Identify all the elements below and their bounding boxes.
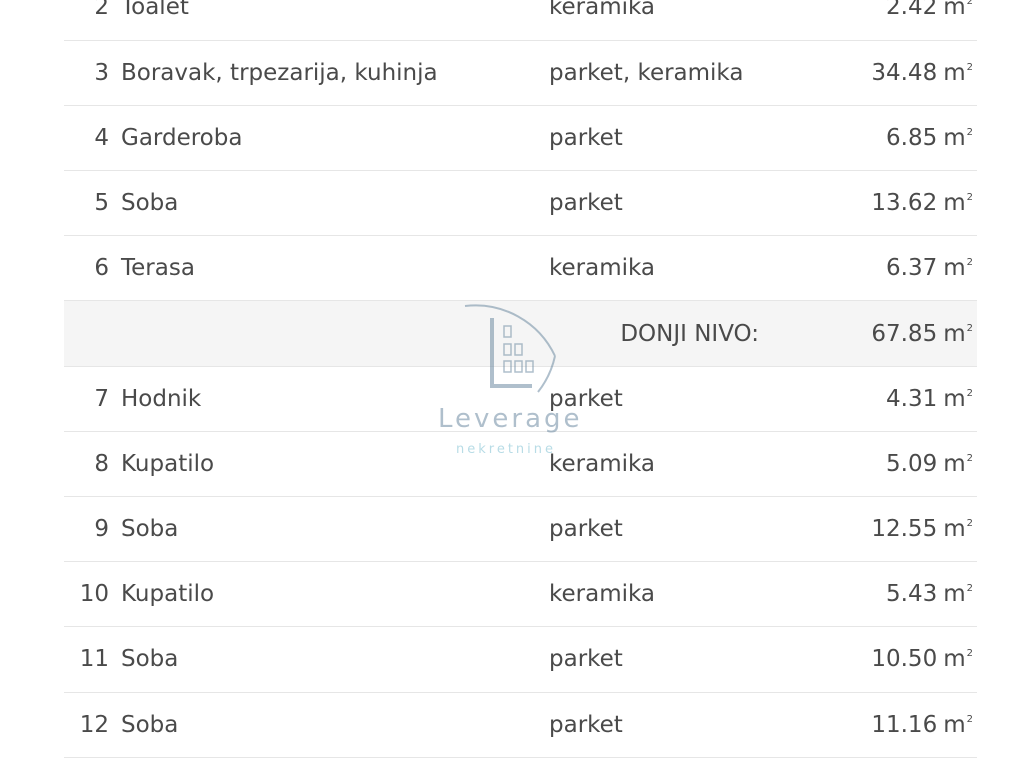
room-number: 9: [94, 516, 109, 543]
level-area: 67.85 m2: [871, 320, 973, 347]
room-name: Toalet: [121, 0, 189, 21]
room-area: 6.85 m2: [886, 124, 973, 151]
level-label: DONJI NIVO:: [620, 320, 759, 347]
room-number: 3: [94, 59, 109, 86]
room-flooring: parket: [549, 711, 623, 738]
room-name: Garderoba: [121, 124, 243, 151]
room-number: 2: [94, 0, 109, 21]
area-unit: m2: [943, 385, 973, 412]
room-row: 10 Kupatilo keramika 5.43 m2: [64, 562, 977, 627]
room-flooring: keramika: [549, 450, 656, 477]
room-row: 3 Boravak, trpezarija, kuhinja parket, ker…: [64, 40, 977, 106]
room-number: 4: [94, 124, 109, 151]
room-area: 4.31 m2: [886, 385, 973, 412]
area-unit: m2: [943, 516, 973, 543]
room-name: Soba: [121, 190, 179, 217]
page: 2 Toalet keramika 2.42 m2 3 Boravak, trpezarij…: [0, 0, 1024, 768]
area-unit: m2: [943, 320, 973, 347]
room-name: Soba: [121, 711, 179, 738]
room-area: 12.55 m2: [871, 516, 973, 543]
rooms-table: 2 Toalet keramika 2.42 m2 3 Boravak, trpezarij…: [64, 0, 977, 758]
area-unit: m2: [943, 581, 973, 608]
room-name: Terasa: [121, 255, 195, 282]
area-unit: m2: [943, 255, 973, 282]
room-area: 11.16 m2: [871, 711, 973, 738]
room-area: 5.09 m2: [886, 450, 973, 477]
level-total-row: DONJI NIVO: 67.85 m2: [64, 300, 977, 367]
room-number: 5: [94, 190, 109, 217]
room-name: Soba: [121, 646, 179, 673]
area-unit: m2: [943, 59, 973, 86]
area-unit: m2: [943, 646, 973, 673]
room-flooring: keramika: [549, 0, 656, 21]
area-unit: m2: [943, 190, 973, 217]
room-name: Hodnik: [121, 385, 202, 412]
room-number: 10: [79, 581, 109, 608]
room-row: 11 Soba parket 10.50 m2: [64, 627, 977, 693]
room-row: 2 Toalet keramika 2.42 m2: [64, 0, 977, 41]
room-name: Soba: [121, 516, 179, 543]
room-flooring: keramika: [549, 255, 656, 282]
room-row: 7 Hodnik parket 4.31 m2: [64, 366, 977, 432]
room-flooring: parket, keramika: [549, 59, 744, 86]
area-unit: m2: [943, 711, 973, 738]
room-row: 12 Soba parket 11.16 m2: [64, 692, 977, 758]
area-unit: m2: [943, 124, 973, 151]
room-row: 6 Terasa keramika 6.37 m2: [64, 236, 977, 301]
room-area: 10.50 m2: [871, 646, 973, 673]
room-number: 8: [94, 450, 109, 477]
room-row: 4 Garderoba parket 6.85 m2: [64, 105, 977, 171]
room-flooring: parket: [549, 646, 623, 673]
room-area: 34.48 m2: [871, 59, 973, 86]
room-area: 5.43 m2: [886, 581, 973, 608]
room-number: 11: [79, 646, 109, 673]
room-flooring: parket: [549, 124, 623, 151]
room-row: 5 Soba parket 13.62 m2: [64, 171, 977, 236]
room-name: Boravak, trpezarija, kuhinja: [121, 59, 438, 86]
room-name: Kupatilo: [121, 581, 215, 608]
room-number: [64, 301, 121, 366]
room-area: 6.37 m2: [886, 255, 973, 282]
area-unit: m2: [943, 0, 973, 21]
room-area: 2.42 m2: [799, 0, 977, 40]
room-flooring: parket: [549, 190, 623, 217]
room-number: 6: [94, 255, 109, 282]
room-number: 12: [79, 711, 109, 738]
rooms-table-body: 2 Toalet keramika 2.42 m2 3 Boravak, trpezarij…: [64, 0, 977, 758]
room-number: 7: [94, 385, 109, 412]
room-flooring: parket: [549, 385, 623, 412]
room-flooring: parket: [549, 516, 623, 543]
area-unit: m2: [943, 450, 973, 477]
room-area: 13.62 m2: [871, 190, 973, 217]
room-row: 8 Kupatilo keramika 5.09 m2: [64, 431, 977, 497]
room-row: 9 Soba parket 12.55 m2: [64, 497, 977, 562]
room-name: Kupatilo: [121, 450, 215, 477]
room-flooring: keramika: [549, 581, 656, 608]
